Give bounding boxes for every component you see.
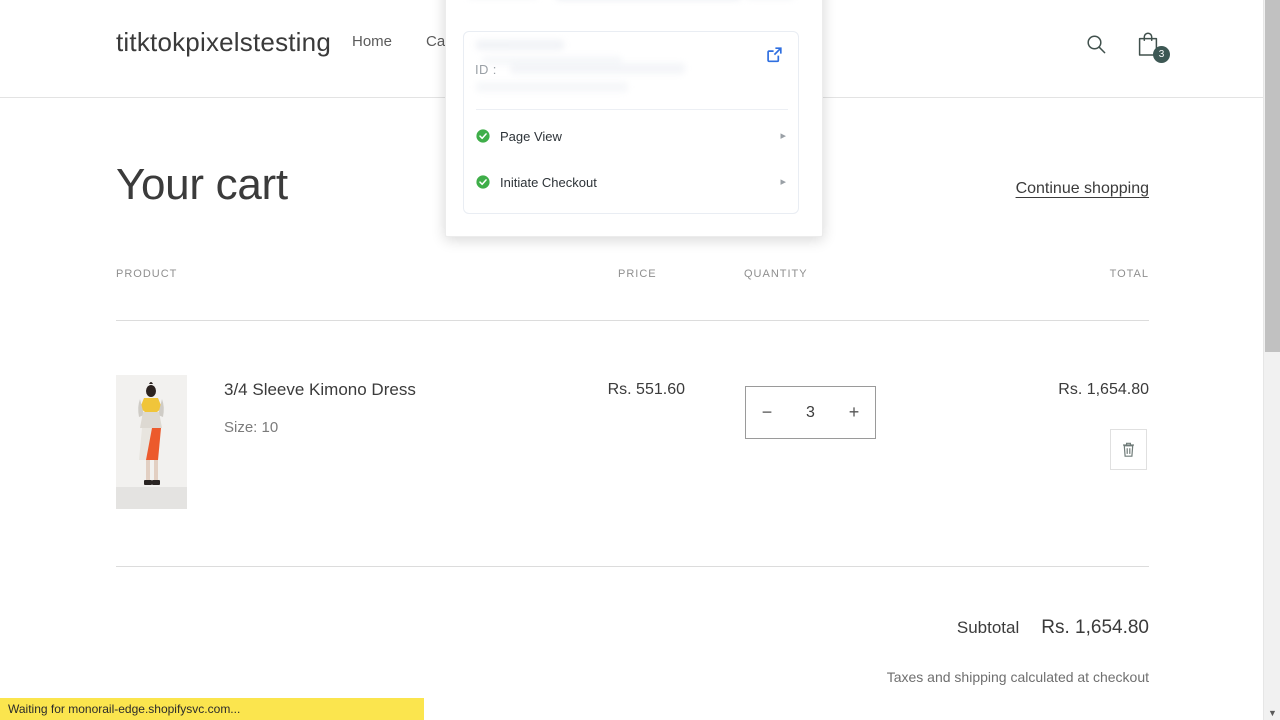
popup-top-strip — [446, 0, 822, 19]
event-row-page-view[interactable]: Page View ▸ — [464, 113, 798, 159]
vertical-scrollbar[interactable]: ▼ — [1263, 0, 1280, 720]
browser-viewport: titktokpixelstesting Home Catal 3 Your c… — [0, 0, 1280, 720]
scroll-down-arrow-icon[interactable]: ▼ — [1264, 709, 1280, 718]
scrollbar-thumb[interactable] — [1265, 0, 1280, 352]
redacted-name — [476, 40, 564, 50]
chevron-right-icon[interactable]: ▸ — [780, 176, 786, 188]
product-title[interactable]: 3/4 Sleeve Kimono Dress — [224, 380, 416, 400]
popup-id-block: ID : — [464, 32, 798, 108]
check-circle-icon — [476, 129, 490, 143]
product-variant: Size: 10 — [224, 419, 279, 436]
redacted-footer — [476, 82, 628, 92]
cart-table-header: PRODUCT PRICE QUANTITY TOTAL — [116, 268, 1149, 304]
cart-count-badge: 3 — [1153, 46, 1170, 63]
page-title: Your cart — [116, 160, 288, 209]
product-thumbnail[interactable] — [116, 375, 187, 509]
search-icon[interactable] — [1081, 28, 1111, 60]
popup-id-label: ID : — [475, 62, 497, 77]
cart-line-item: 3/4 Sleeve Kimono Dress Size: 10 Rs. 551… — [116, 321, 1149, 566]
product-price: Rs. 551.60 — [607, 381, 685, 398]
column-header-total: TOTAL — [1109, 268, 1149, 280]
product-line-total: Rs. 1,654.80 — [1058, 381, 1149, 398]
status-text: Waiting for monorail-edge.shopifysvc.com… — [8, 702, 241, 716]
quantity-value[interactable]: 3 — [789, 404, 833, 422]
popup-card: ID : Page View ▸ Initiate Checkout ▸ — [463, 31, 799, 214]
subtotal-row: Subtotal Rs. 1,654.80 — [957, 617, 1149, 639]
quantity-increase-button[interactable]: + — [833, 387, 875, 438]
quantity-decrease-button[interactable]: − — [746, 387, 788, 438]
page-content: titktokpixelstesting Home Catal 3 Your c… — [0, 0, 1263, 720]
store-name[interactable]: titktokpixelstesting — [116, 27, 331, 58]
browser-status-bar: Waiting for monorail-edge.shopifysvc.com… — [0, 698, 424, 720]
external-link-icon[interactable] — [766, 46, 783, 68]
remove-item-button[interactable] — [1110, 429, 1147, 470]
column-header-product: PRODUCT — [116, 268, 178, 280]
column-header-price: PRICE — [618, 268, 657, 280]
quantity-stepper: − 3 + — [745, 386, 876, 439]
pixel-debugger-popup[interactable]: ID : Page View ▸ Initiate Checkout ▸ — [445, 0, 823, 237]
cart-button[interactable]: 3 — [1133, 28, 1170, 63]
header-actions: 3 — [1081, 28, 1170, 63]
subtotal-label: Subtotal — [956, 618, 1020, 637]
check-circle-icon — [476, 175, 490, 189]
column-header-quantity: QUANTITY — [744, 268, 808, 280]
chevron-right-icon[interactable]: ▸ — [780, 130, 786, 142]
subtotal-value: Rs. 1,654.80 — [1041, 617, 1149, 638]
event-row-initiate-checkout[interactable]: Initiate Checkout ▸ — [464, 159, 798, 205]
redacted-id-value — [510, 63, 685, 74]
event-label: Page View — [500, 128, 562, 144]
continue-shopping-link[interactable]: Continue shopping — [1016, 180, 1149, 198]
popup-divider — [476, 109, 788, 110]
nav-item-home[interactable]: Home — [352, 33, 392, 50]
event-label: Initiate Checkout — [500, 174, 597, 190]
cart-totals: Subtotal Rs. 1,654.80 Taxes and shipping… — [116, 567, 1149, 687]
tax-shipping-note: Taxes and shipping calculated at checkou… — [886, 669, 1149, 685]
